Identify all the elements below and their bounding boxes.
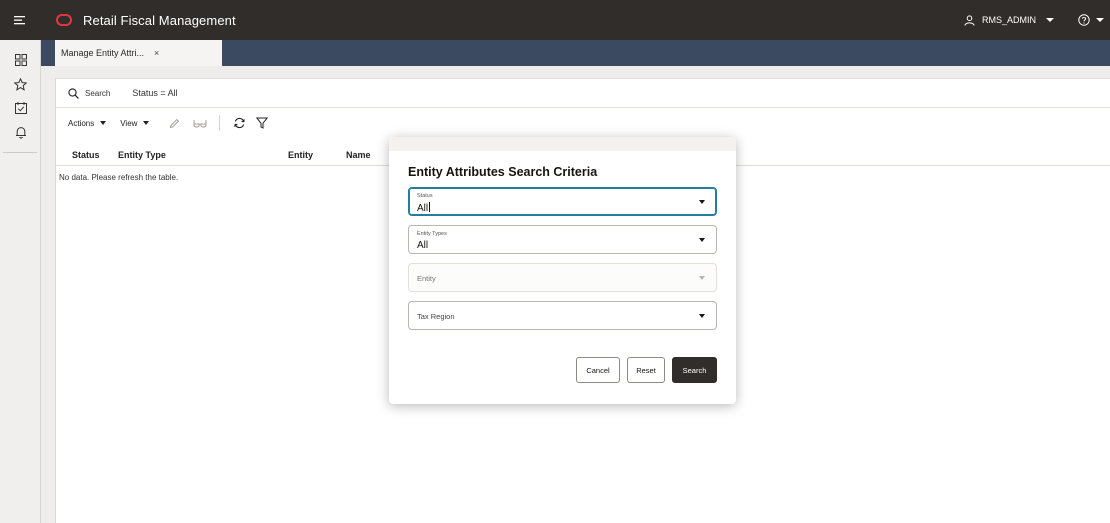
table-toolbar: Actions View <box>56 108 1110 138</box>
side-rail <box>0 40 41 523</box>
dialog-drag-handle[interactable] <box>389 137 736 151</box>
chevron-down-icon[interactable] <box>699 314 705 318</box>
view-glasses-icon[interactable] <box>193 118 207 129</box>
bell-icon[interactable] <box>0 120 41 144</box>
tab-label: Manage Entity Attri... <box>61 48 145 58</box>
user-name: RMS_ADMIN <box>981 15 1036 25</box>
chevron-down-icon <box>100 121 107 125</box>
entity-types-select[interactable]: Entity Types All <box>408 225 717 254</box>
column-header-entity[interactable]: Entity <box>288 150 313 160</box>
status-field-value: All <box>417 202 431 214</box>
status-filter-chip[interactable]: Status = All <box>132 88 177 98</box>
search-label: Search <box>85 88 111 98</box>
user-menu[interactable]: RMS_ADMIN <box>964 14 1054 26</box>
tasks-icon[interactable] <box>0 96 41 120</box>
chevron-down-icon <box>1096 18 1104 22</box>
refresh-icon[interactable] <box>233 117 246 129</box>
close-icon[interactable]: × <box>154 48 159 58</box>
user-icon <box>964 14 975 26</box>
view-label: View <box>120 118 138 128</box>
chevron-down-icon <box>143 121 150 125</box>
status-select[interactable]: Status All <box>408 187 717 216</box>
actions-label: Actions <box>68 118 95 128</box>
chevron-down-icon[interactable] <box>699 238 705 242</box>
tax-region-select[interactable]: Tax Region <box>408 301 717 330</box>
header-actions: RMS_ADMIN <box>964 0 1110 40</box>
empty-table-message: No data. Please refresh the table. <box>59 173 179 182</box>
status-field-label: Status <box>417 193 433 199</box>
rail-divider <box>3 152 37 153</box>
search-button[interactable]: Search <box>68 87 111 99</box>
chevron-down-icon[interactable] <box>699 200 705 204</box>
oracle-logo-icon <box>56 14 72 26</box>
entity-types-field-value: All <box>417 240 429 251</box>
chevron-down-icon <box>699 276 705 280</box>
app-header: Retail Fiscal Management RMS_ADMIN <box>0 0 1110 40</box>
edit-icon[interactable] <box>169 118 180 129</box>
column-header-status[interactable]: Status <box>72 150 100 160</box>
filter-icon[interactable] <box>256 117 269 129</box>
column-header-entity-type[interactable]: Entity Type <box>118 150 166 160</box>
chevron-down-icon <box>1046 18 1054 22</box>
tax-region-field-label: Tax Region <box>417 312 455 321</box>
view-menu[interactable]: View <box>120 118 150 128</box>
toolbar-divider <box>219 115 221 131</box>
star-icon[interactable] <box>0 72 41 96</box>
entity-select: Entity <box>408 263 717 292</box>
column-header-name[interactable]: Name <box>346 150 371 160</box>
dialog-title: Entity Attributes Search Criteria <box>408 165 598 179</box>
tab-manage-entity-attributes[interactable]: Manage Entity Attri... × <box>55 40 222 66</box>
search-submit-button[interactable]: Search <box>672 357 717 383</box>
actions-menu[interactable]: Actions <box>68 118 107 128</box>
search-criteria-dialog: Entity Attributes Search Criteria Status… <box>389 137 736 404</box>
app-title: Retail Fiscal Management <box>83 12 236 28</box>
entity-field-label: Entity <box>417 274 436 283</box>
help-icon <box>1078 14 1090 26</box>
reset-button[interactable]: Reset <box>627 357 665 383</box>
search-icon <box>68 87 79 99</box>
tab-strip: Manage Entity Attri... × <box>41 40 1110 66</box>
help-menu[interactable] <box>1078 14 1104 26</box>
cancel-button[interactable]: Cancel <box>576 357 620 383</box>
search-bar: Search Status = All <box>56 78 1110 108</box>
dashboard-icon[interactable] <box>0 48 41 72</box>
navigation-menu-icon[interactable] <box>0 0 40 40</box>
entity-types-field-label: Entity Types <box>417 231 447 237</box>
